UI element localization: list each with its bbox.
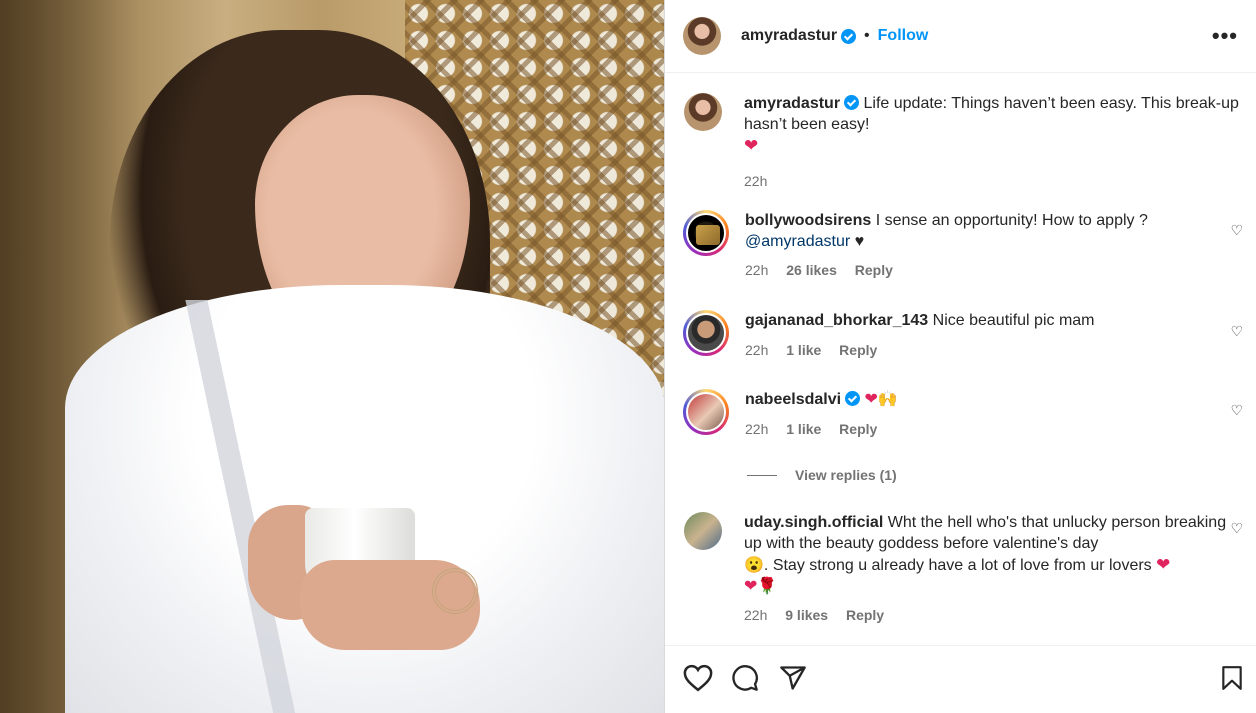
bookmark-icon[interactable] [1219,664,1245,692]
comment-username[interactable]: bollywoodsirens [745,212,871,229]
comment-emoji: 😮 [744,557,764,574]
avatar[interactable] [684,512,722,550]
post-dialog: amyradastur • Follow ••• amyradastur Lif… [0,0,1256,713]
view-replies-link[interactable]: View replies (1) [747,467,897,483]
comment-time: 22h [744,607,768,623]
comment-icon[interactable] [731,664,759,692]
comment-like-heart-icon[interactable]: ♡ [1230,520,1243,537]
comment-item: gajananad_bhorkar_143 Nice beautiful pic… [683,310,1243,361]
avatar[interactable] [683,17,721,55]
comment-emoji: ❤🌹 [744,578,778,595]
post-header: amyradastur • Follow ••• [665,0,1256,73]
avatar [686,313,726,353]
verified-badge-icon [845,391,861,406]
comment-item: bollywoodsirens I sense an opportunity! … [683,210,1243,281]
comment-time: 22h [745,342,769,358]
reply-button[interactable]: Reply [846,607,884,623]
comment-likes[interactable]: 9 likes [785,607,828,623]
verified-badge-icon [841,28,857,44]
author-username[interactable]: amyradastur [741,27,837,45]
robe-emblem [432,568,478,614]
comment-emoji: ♥ [854,233,865,250]
verified-badge-icon [844,95,860,110]
caption-time: 22h [744,173,768,189]
comment-username[interactable]: nabeelsdalvi [745,391,841,408]
avatar [686,392,726,432]
comments-panel: amyradastur • Follow ••• amyradastur Lif… [664,0,1256,713]
comment-likes[interactable]: 26 likes [786,262,837,278]
story-ring[interactable] [683,310,729,356]
heart-icon[interactable] [683,664,713,692]
comment-likes[interactable]: 1 like [786,421,821,437]
comment-text: Nice beautiful pic mam [932,312,1095,329]
comment-text-continued: . Stay strong u already have a lot of lo… [763,557,1152,574]
comment-time: 22h [745,262,769,278]
separator-dot: • [864,27,870,44]
comment-like-heart-icon[interactable]: ♡ [1230,222,1243,239]
comment-username[interactable]: uday.singh.official [744,514,883,531]
comment-emoji: ❤🙌 [864,391,898,408]
reply-button[interactable]: Reply [855,262,893,278]
caption-emoji: ❤ [744,136,759,155]
story-ring[interactable] [683,389,729,435]
avatar [686,213,726,253]
caption: amyradastur Life update: Things haven’t … [683,93,1243,192]
comment-username[interactable]: gajananad_bhorkar_143 [745,312,928,329]
comment-likes[interactable]: 1 like [786,342,821,358]
post-photo[interactable] [0,0,664,713]
post-actions-bar [665,645,1256,713]
comment-time: 22h [745,421,769,437]
comment-item: nabeelsdalvi ❤🙌 22h 1 like Reply ♡ [683,389,1243,440]
more-options-icon[interactable]: ••• [1212,23,1238,49]
mention-link[interactable]: @amyradastur [745,233,850,250]
story-ring[interactable] [683,210,729,256]
comment-text: I sense an opportunity! How to apply ? [875,212,1148,229]
share-icon[interactable] [779,664,807,692]
comment-like-heart-icon[interactable]: ♡ [1230,402,1243,419]
comment-emoji: ❤ [1156,555,1171,574]
reply-button[interactable]: Reply [839,421,877,437]
caption-username[interactable]: amyradastur [744,95,840,112]
reply-button[interactable]: Reply [839,342,877,358]
comments-list[interactable]: amyradastur Life update: Things haven’t … [665,74,1256,644]
avatar[interactable] [684,93,722,131]
comment-item: uday.singh.official Wht the hell who's t… [683,512,1243,626]
comment-like-heart-icon[interactable]: ♡ [1230,323,1243,340]
follow-button[interactable]: Follow [878,27,929,45]
